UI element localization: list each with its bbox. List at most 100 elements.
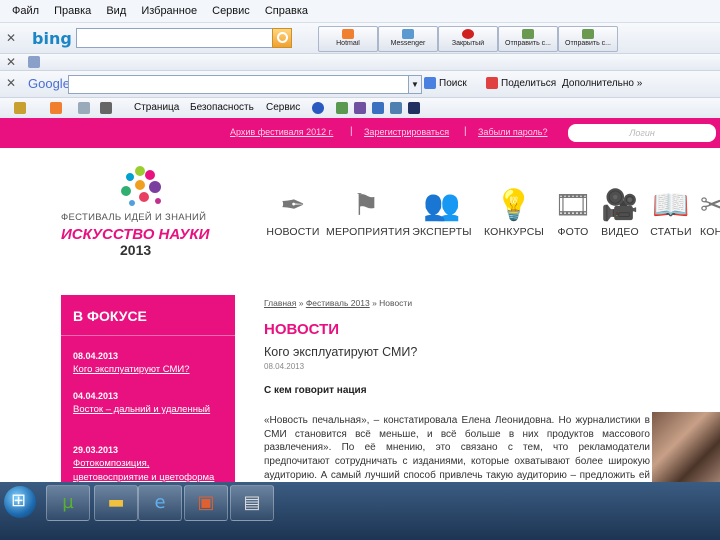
google-toolbar: ✕ Google ▼ Поиск Поделиться Дополнительн… — [0, 71, 720, 98]
focus-title: В ФОКУСЕ — [73, 308, 147, 324]
article-photo — [652, 412, 720, 482]
folder-icon: ▬ — [107, 492, 125, 513]
nav-video[interactable]: 🎥 ВИДЕО — [600, 186, 640, 246]
focus-link[interactable]: Фотокомпозиция, цветовосприятие и цветоф… — [73, 457, 223, 485]
share-icon — [486, 77, 498, 89]
menu-view[interactable]: Вид — [106, 5, 126, 17]
help-icon[interactable] — [312, 102, 324, 114]
security-menu[interactable]: Безопасность — [190, 102, 254, 113]
google-search-button[interactable]: Поиск — [439, 78, 467, 89]
focus-link[interactable]: Кого эксплуатируют СМИ? — [73, 363, 223, 377]
archive-link[interactable]: Архив фестиваля 2012 г. — [230, 127, 333, 137]
google-search-input[interactable] — [68, 75, 410, 94]
addon-icon[interactable] — [372, 102, 384, 114]
article-title: Кого эксплуатируют СМИ? — [264, 345, 418, 359]
rss-icon[interactable] — [50, 102, 62, 114]
taskbar: µ ▬ e ▣ ▤ — [0, 482, 720, 540]
search-icon[interactable] — [272, 28, 292, 48]
mail-icon[interactable] — [78, 102, 90, 114]
menu-edit[interactable]: Правка — [54, 5, 91, 17]
focus-date: 29.03.2013 — [73, 445, 119, 455]
tool-icon: ✂ — [700, 189, 720, 222]
explorer-task[interactable]: ▬ — [94, 485, 138, 521]
focus-date: 08.04.2013 — [73, 351, 119, 361]
start-button[interactable] — [4, 486, 36, 518]
nav-news[interactable]: ✒ НОВОСТИ — [263, 186, 323, 246]
breadcrumb-current: Новости — [379, 298, 413, 308]
nav-contests[interactable]: 💡 КОНКУРСЫ — [483, 186, 545, 246]
menu-bar: Файл Правка Вид Избранное Сервис Справка — [0, 0, 720, 23]
article-subheading: С кем говорит нация — [264, 385, 367, 396]
breadcrumb-home[interactable]: Главная — [264, 298, 296, 308]
more-button[interactable]: Дополнительно » — [562, 78, 642, 89]
site-top-bar: Архив фестиваля 2012 г. | Зарегистрирова… — [0, 118, 720, 148]
favorites-icon[interactable] — [14, 102, 26, 114]
festival-subtitle: ФЕСТИВАЛЬ ИДЕЙ И ЗНАНИЙ — [61, 212, 207, 223]
tools-menu[interactable]: Сервис — [266, 102, 300, 113]
festival-logo — [121, 166, 161, 206]
bing-search-input[interactable] — [76, 28, 274, 48]
login-input[interactable]: Логин — [568, 124, 716, 142]
breadcrumb-festival[interactable]: Фестиваль 2013 — [306, 298, 370, 308]
google-search-icon — [424, 77, 436, 89]
messenger-button[interactable]: Messenger — [378, 26, 438, 52]
people-icon: 👥 — [423, 189, 461, 222]
hotmail-button[interactable]: Hotmail — [318, 26, 378, 52]
close-icon[interactable]: ✕ — [6, 31, 16, 45]
send-button-1[interactable]: Отправить с... — [498, 26, 558, 52]
menu-file[interactable]: Файл — [12, 5, 39, 17]
command-bar: Страница Безопасность Сервис — [0, 98, 720, 118]
close-icon[interactable]: ✕ — [6, 76, 16, 90]
festival-year: 2013 — [120, 242, 152, 258]
register-link[interactable]: Зарегистрироваться — [364, 127, 449, 137]
bing-logo: bing — [32, 29, 72, 48]
utorrent-task[interactable]: µ — [46, 485, 90, 521]
addon-icon[interactable] — [390, 102, 402, 114]
nav-articles[interactable]: 📖 СТАТЬИ — [648, 186, 694, 246]
send-icon — [582, 29, 594, 39]
utorrent-icon: µ — [62, 492, 74, 513]
close-icon[interactable]: ✕ — [6, 55, 16, 69]
focus-panel: В ФОКУСЕ 08.04.2013 Кого эксплуатируют С… — [61, 295, 235, 485]
document-task[interactable]: ▤ — [230, 485, 274, 521]
chevron-down-icon[interactable]: ▼ — [408, 75, 422, 94]
addon-icon[interactable] — [28, 56, 40, 68]
document-icon: ▤ — [243, 492, 261, 513]
printer-icon[interactable] — [100, 102, 112, 114]
article-date: 08.04.2013 — [264, 362, 305, 371]
menu-help[interactable]: Справка — [265, 5, 308, 17]
focus-link[interactable]: Восток – дальний и удаленный — [73, 403, 223, 417]
menu-tools[interactable]: Сервис — [212, 5, 250, 17]
ie-task[interactable]: e — [138, 485, 182, 521]
ie-icon: e — [154, 492, 166, 513]
menu-favorites[interactable]: Избранное — [141, 5, 197, 17]
powerpoint-task[interactable]: ▣ — [184, 485, 228, 521]
no-entry-icon — [462, 29, 474, 39]
private-button[interactable]: Закрытый — [438, 26, 498, 52]
messenger-icon — [402, 29, 414, 39]
mail-icon — [342, 29, 354, 39]
nav-photo[interactable]: 🎞 ФОТО — [553, 186, 593, 246]
page-title: НОВОСТИ — [264, 321, 340, 338]
addon-icon[interactable] — [354, 102, 366, 114]
nav-experts[interactable]: 👥 ЭКСПЕРТЫ — [409, 186, 475, 246]
lightbulb-icon: 💡 — [495, 189, 533, 222]
addon-toolbar: ✕ — [0, 54, 720, 71]
send-icon — [522, 29, 534, 39]
focus-date: 04.04.2013 — [73, 391, 119, 401]
film-strip-icon: 🎞 — [553, 189, 593, 222]
powerpoint-icon: ▣ — [197, 492, 215, 513]
send-button-2[interactable]: Отправить с... — [558, 26, 618, 52]
nav-contacts[interactable]: ✂ КОН — [700, 186, 720, 246]
google-logo: Google — [28, 76, 70, 91]
forgot-password-link[interactable]: Забыли пароль? — [478, 127, 547, 137]
addon-icon[interactable] — [336, 102, 348, 114]
flag-icon: ⚑ — [352, 189, 380, 222]
feather-icon: ✒ — [280, 189, 306, 222]
page-menu[interactable]: Страница — [134, 102, 179, 113]
addon-icon[interactable] — [408, 102, 420, 114]
share-button[interactable]: Поделиться — [501, 78, 556, 89]
breadcrumb: Главная » Фестиваль 2013 » Новости — [264, 298, 413, 308]
nav-events[interactable]: ⚑ МЕРОПРИЯТИЯ — [326, 186, 410, 246]
book-icon: 📖 — [652, 189, 690, 222]
